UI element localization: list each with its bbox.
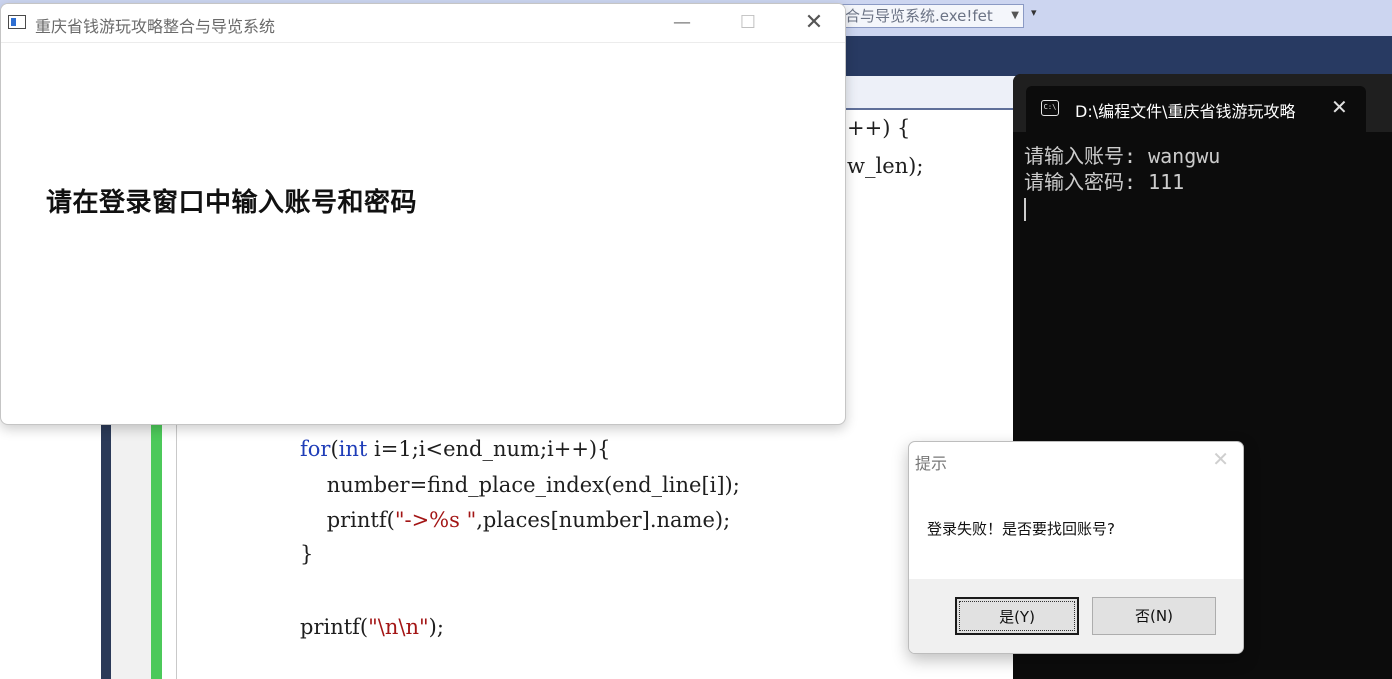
code-token: ,places[number].name); bbox=[476, 508, 731, 532]
code-token: i=1;i<end_num;i++){ bbox=[367, 437, 611, 461]
dialog-button-bar: 是(Y) 否(N) bbox=[909, 579, 1243, 653]
code-token: ); bbox=[428, 615, 444, 639]
change-indicator-bar bbox=[151, 425, 162, 679]
maximize-button[interactable]: ☐ bbox=[715, 4, 781, 42]
code-token: printf( bbox=[300, 508, 395, 532]
code-line: printf("->%s ",places[number].name); bbox=[300, 507, 730, 533]
code-line: printf("\n\n"); bbox=[300, 614, 444, 640]
build-target-combo[interactable]: 合与导览系统.exe!fet ▼ bbox=[838, 4, 1024, 28]
console-line: 请输入密码: 111 bbox=[1024, 170, 1185, 194]
string-literal: "->%s " bbox=[394, 508, 477, 532]
editor-tab-strip bbox=[846, 76, 1016, 110]
chevron-down-icon[interactable]: ▼ bbox=[1011, 5, 1019, 27]
code-token: printf( bbox=[300, 615, 369, 639]
code-line: } bbox=[300, 542, 314, 566]
code-line: number=find_place_index(end_line[i]); bbox=[300, 473, 740, 497]
console-tab[interactable]: C:\ D:\编程文件\重庆省钱游玩攻略 ✕ bbox=[1026, 86, 1366, 132]
code-fold-separator bbox=[176, 425, 177, 679]
message-box-dialog[interactable]: 提示 ✕ 登录失败！是否要找回账号? 是(Y) 否(N) bbox=[908, 441, 1244, 654]
build-target-value: 合与导览系统.exe!fet bbox=[845, 7, 993, 25]
no-button[interactable]: 否(N) bbox=[1092, 597, 1216, 635]
dialog-message: 登录失败！是否要找回账号? bbox=[927, 520, 1115, 538]
minimize-button[interactable]: — bbox=[649, 4, 715, 42]
yes-button[interactable]: 是(Y) bbox=[955, 597, 1079, 635]
code-fragment: w_len); bbox=[847, 154, 924, 178]
console-tab-title: D:\编程文件\重庆省钱游玩攻略 bbox=[1075, 102, 1296, 121]
close-button[interactable]: ✕ bbox=[781, 4, 845, 42]
app-title-bar[interactable]: 重庆省钱游玩攻略整合与导览系统 — ☐ ✕ bbox=[1, 4, 845, 43]
console-line: 请输入账号: wangwu bbox=[1024, 144, 1221, 168]
console-output[interactable]: 请输入账号: wangwu 请输入密码: 111 bbox=[1024, 143, 1220, 221]
close-icon[interactable]: ✕ bbox=[1212, 447, 1229, 471]
app-title: 重庆省钱游玩攻略整合与导览系统 bbox=[35, 17, 276, 36]
code-line-for: for(int i=1;i<end_num;i++){ bbox=[300, 436, 611, 462]
text-cursor bbox=[1024, 198, 1026, 221]
line-number-gutter bbox=[111, 425, 151, 679]
code-fragment: ++) { bbox=[847, 116, 911, 140]
editor-left-margin bbox=[101, 425, 111, 679]
login-prompt-text: 请在登录窗口中输入账号和密码 bbox=[46, 188, 418, 218]
close-icon[interactable]: ✕ bbox=[1331, 95, 1348, 119]
dialog-title: 提示 bbox=[915, 454, 948, 473]
for-keyword: for bbox=[300, 437, 331, 461]
console-title-bar: C:\ D:\编程文件\重庆省钱游玩攻略 ✕ bbox=[1013, 74, 1392, 132]
code-token: ( bbox=[330, 437, 339, 461]
string-literal: "\n\n" bbox=[368, 615, 429, 639]
toolbar-overflow-icon[interactable]: ▾ bbox=[1031, 6, 1037, 19]
app-window-icon bbox=[8, 15, 26, 29]
int-keyword: int bbox=[338, 437, 368, 461]
app-window[interactable]: 重庆省钱游玩攻略整合与导览系统 — ☐ ✕ 请在登录窗口中输入账号和密码 bbox=[0, 3, 846, 425]
terminal-icon: C:\ bbox=[1041, 100, 1059, 116]
